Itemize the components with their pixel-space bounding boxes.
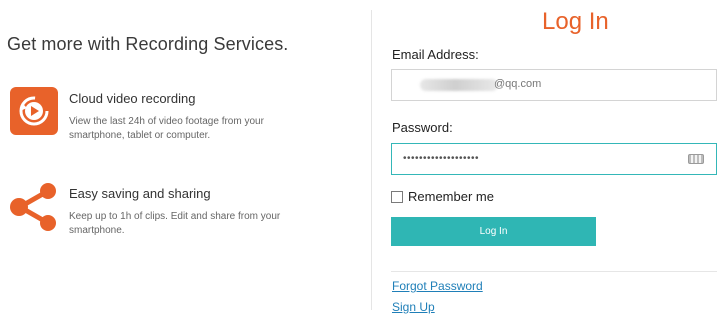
feature-description: Keep up to 1h of clips. Edit and share f… bbox=[69, 211, 281, 236]
feature-title: Cloud video recording bbox=[69, 91, 196, 106]
remember-me-label[interactable]: Remember me bbox=[408, 189, 494, 204]
email-field[interactable]: @qq.com bbox=[391, 69, 717, 101]
feature-cloud-recording: Cloud video recording View the last 24h … bbox=[8, 85, 348, 145]
cloud-recording-icon bbox=[8, 85, 60, 137]
login-panel: Log In Email Address: @qq.com Password: … bbox=[372, 0, 717, 317]
password-field[interactable]: ••••••••••••••••••• bbox=[391, 143, 717, 175]
email-label: Email Address: bbox=[392, 47, 479, 62]
feature-description: View the last 24h of video footage from … bbox=[69, 116, 264, 141]
login-title: Log In bbox=[542, 8, 609, 35]
password-label: Password: bbox=[392, 120, 453, 135]
password-value: ••••••••••••••••••• bbox=[403, 153, 480, 164]
redacted-email-prefix bbox=[420, 79, 498, 91]
promo-headline: Get more with Recording Services. bbox=[7, 34, 289, 54]
feature-title: Easy saving and sharing bbox=[69, 186, 211, 201]
email-value: @qq.com bbox=[494, 78, 542, 90]
sign-up-link[interactable]: Sign Up bbox=[392, 300, 435, 314]
share-icon bbox=[8, 180, 60, 232]
links-divider bbox=[391, 271, 717, 272]
keyboard-icon[interactable] bbox=[688, 154, 704, 164]
forgot-password-link[interactable]: Forgot Password bbox=[392, 279, 483, 293]
promo-panel: Get more with Recording Services. Cloud … bbox=[0, 0, 370, 317]
remember-me-checkbox[interactable] bbox=[391, 191, 403, 203]
feature-saving-sharing: Easy saving and sharing Keep up to 1h of… bbox=[8, 180, 348, 240]
login-button[interactable]: Log In bbox=[391, 217, 596, 246]
